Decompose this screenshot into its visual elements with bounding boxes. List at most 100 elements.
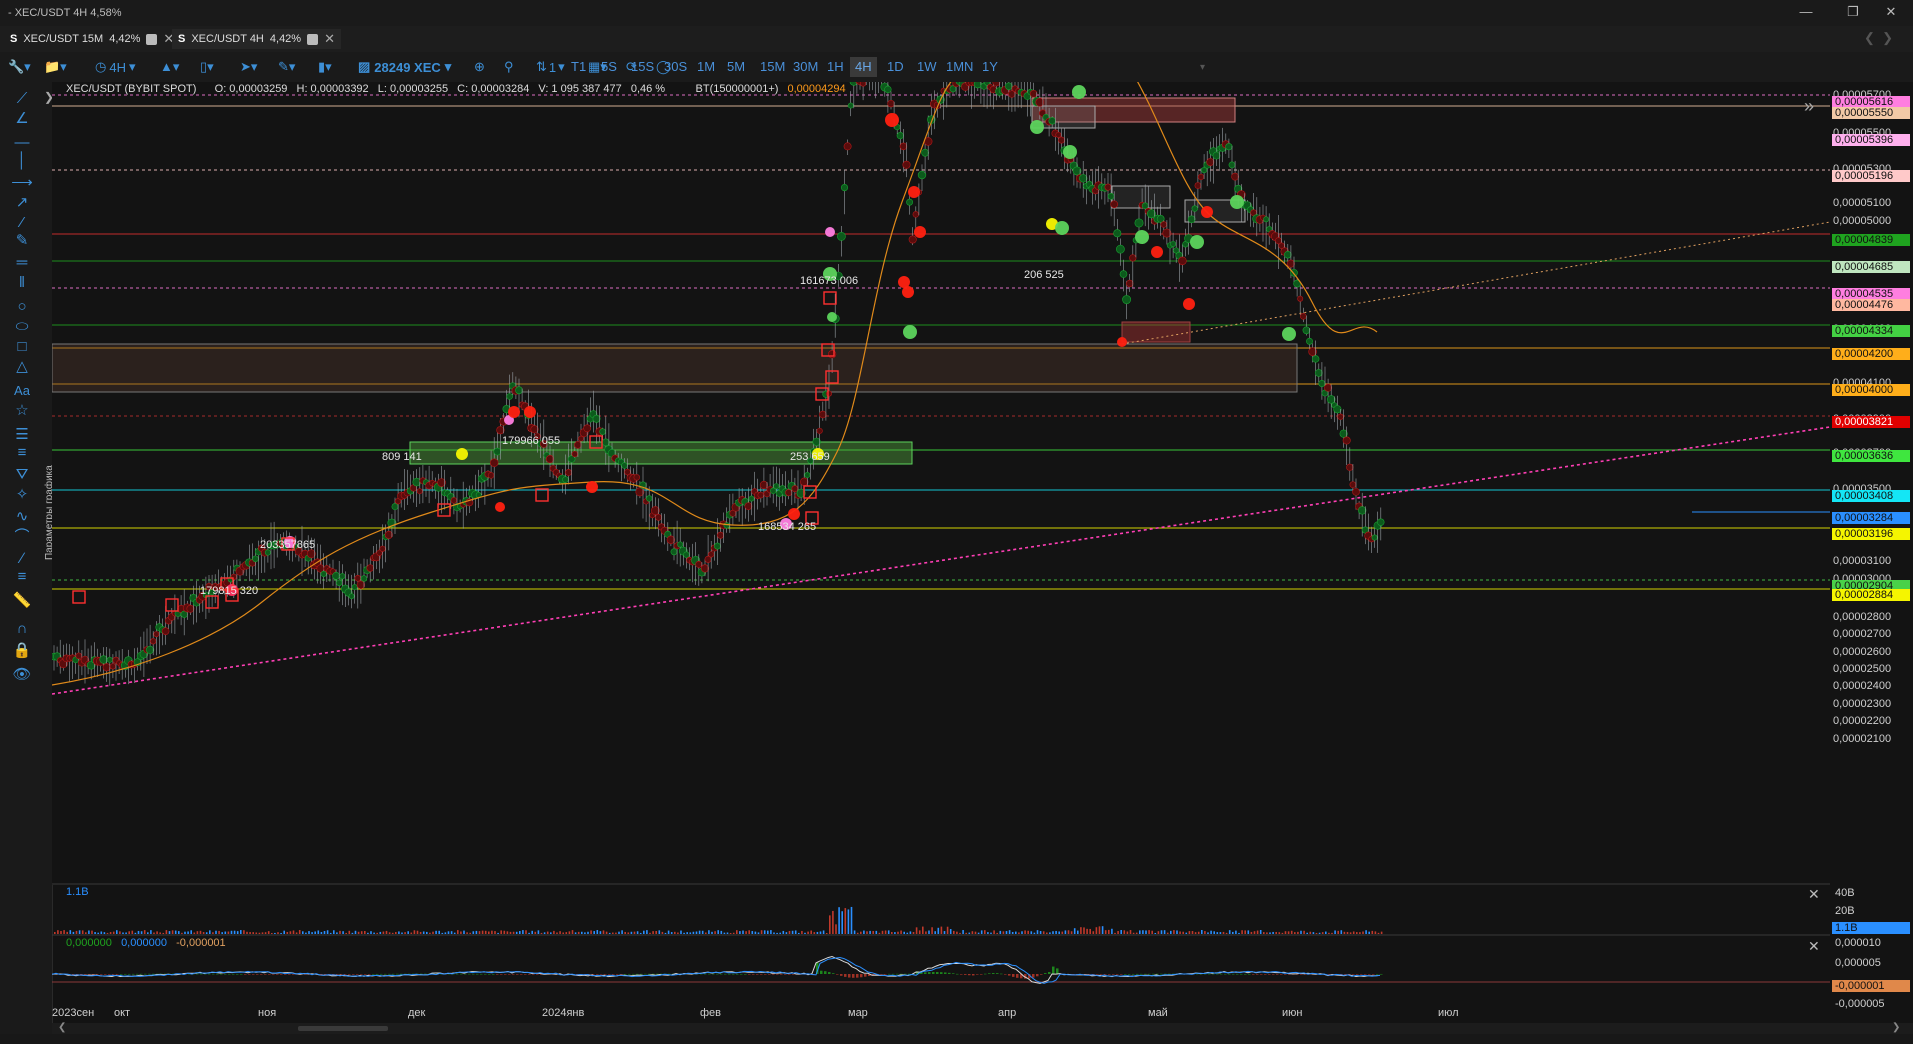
parallel-icon[interactable]: ∕: [10, 550, 34, 568]
more-timeframes-icon[interactable]: ▾: [1200, 57, 1205, 77]
interval-dropdown[interactable]: ◷ 4H ▾: [95, 57, 136, 77]
signal-marker[interactable]: [788, 508, 800, 520]
timeframe-30s[interactable]: 30S: [659, 57, 692, 77]
close-volume-pane-icon[interactable]: ✕: [1808, 886, 1820, 903]
timeframe-30m[interactable]: 30M: [788, 57, 823, 77]
scrollbar-thumb[interactable]: [298, 1026, 388, 1031]
edit-icon[interactable]: [146, 33, 158, 45]
line-tool-icon[interactable]: ⟋: [10, 90, 34, 108]
chart-style-icon[interactable]: ▲▾: [160, 57, 179, 77]
time-axis[interactable]: 2023сен окт ноя дек 2024янв фев мар апр май июн ию…: [52, 1005, 1830, 1023]
timeframe-t1[interactable]: T1: [566, 57, 591, 77]
gann-icon[interactable]: ⛛: [10, 466, 34, 484]
signal-marker[interactable]: [1055, 221, 1069, 235]
multiplier-dropdown[interactable]: ⇅ 1 ▾: [536, 57, 565, 77]
timeframe-5m[interactable]: 5M: [722, 57, 750, 77]
drawing-icon[interactable]: ✎▾: [278, 57, 295, 77]
timeframe-4h[interactable]: 4H: [850, 57, 877, 77]
signal-marker[interactable]: [1230, 195, 1244, 209]
signal-marker[interactable]: [914, 226, 926, 238]
circle-icon[interactable]: ○: [10, 298, 34, 316]
close-oscillator-pane-icon[interactable]: ✕: [1808, 938, 1820, 955]
signal-marker[interactable]: [902, 286, 914, 298]
lock-icon[interactable]: 🔒: [10, 642, 34, 660]
cursor-icon[interactable]: ➤▾: [240, 57, 257, 77]
ellipse-icon[interactable]: ⬭: [10, 318, 34, 336]
arc-icon[interactable]: ⌒: [10, 528, 34, 546]
zone-rectangle[interactable]: [1121, 321, 1191, 343]
timeframe-1m[interactable]: 1M: [692, 57, 720, 77]
indicators-icon[interactable]: ▯▾: [200, 57, 214, 77]
timeframe-15m[interactable]: 15M: [755, 57, 790, 77]
signal-marker[interactable]: [1282, 327, 1296, 341]
ruler-icon[interactable]: 📏: [10, 592, 34, 610]
wrench-icon[interactable]: 🔧▾: [8, 57, 31, 77]
signal-marker[interactable]: [1135, 230, 1149, 244]
triangle-icon[interactable]: △: [10, 358, 34, 376]
signal-marker[interactable]: [903, 325, 917, 339]
timeframe-1mn[interactable]: 1MN: [941, 57, 978, 77]
horizontal-line-icon[interactable]: —: [10, 134, 34, 152]
restore-icon[interactable]: ❐: [1838, 4, 1868, 20]
fib-retracement-icon[interactable]: ☰: [10, 426, 34, 444]
search-icon[interactable]: ⚲: [504, 57, 514, 77]
minimize-icon[interactable]: —: [1791, 4, 1821, 19]
signal-marker[interactable]: [495, 502, 505, 512]
price-axis[interactable]: 0,00005700 0,00005500 0,00005300 0,00005100…: [1830, 82, 1913, 885]
close-tab-icon[interactable]: ✕: [324, 31, 335, 47]
collapse-panel-icon[interactable]: »: [1804, 96, 1814, 117]
zoom-in-icon[interactable]: ⊕: [474, 57, 485, 77]
timeframe-1w[interactable]: 1W: [912, 57, 942, 77]
volume-pane[interactable]: [52, 884, 1830, 936]
scroll-right-icon[interactable]: ❯: [1892, 1022, 1900, 1033]
brush-icon[interactable]: ✎: [10, 232, 34, 250]
signal-marker[interactable]: [827, 312, 837, 322]
edit-icon[interactable]: [307, 33, 319, 45]
ray-icon[interactable]: ⟶: [10, 174, 34, 192]
timeframe-1y[interactable]: 1Y: [977, 57, 1003, 77]
signal-marker[interactable]: [524, 406, 536, 418]
pause-lines-icon[interactable]: ‖: [10, 274, 34, 292]
signal-marker[interactable]: [1063, 145, 1077, 159]
signal-marker[interactable]: [1030, 120, 1044, 134]
signal-marker[interactable]: [1072, 85, 1086, 99]
signal-marker[interactable]: [1117, 337, 1127, 347]
timeframe-15s[interactable]: 15S: [626, 57, 659, 77]
tab-xecusdt-15m[interactable]: S XEC/USDT 15M 4,42% ✕: [4, 29, 180, 49]
ruler-list-icon[interactable]: ≡: [10, 568, 34, 586]
zone-rectangle[interactable]: [52, 343, 1298, 393]
oscillator-pane[interactable]: [52, 936, 1830, 1005]
pitchfork-icon[interactable]: ✧: [10, 486, 34, 504]
horizontal-scrollbar[interactable]: ❮ ❯: [52, 1022, 1913, 1034]
star-icon[interactable]: ☆: [10, 402, 34, 420]
signal-marker[interactable]: [456, 448, 468, 460]
timeframe-5s[interactable]: 5S: [596, 57, 622, 77]
scroll-left-icon[interactable]: ❮: [58, 1022, 66, 1033]
signal-marker[interactable]: [1183, 298, 1195, 310]
vertical-line-icon[interactable]: │: [10, 152, 34, 170]
signal-marker[interactable]: [586, 481, 598, 493]
bars-icon[interactable]: ▮▾: [318, 57, 332, 77]
signal-marker[interactable]: [885, 113, 899, 127]
timeframe-1d[interactable]: 1D: [882, 57, 909, 77]
signal-marker[interactable]: [908, 186, 920, 198]
price-chart[interactable]: 809 141 179966 055 203357865 179815 320 253 …: [52, 82, 1830, 885]
signal-marker[interactable]: [1201, 206, 1213, 218]
folder-icon[interactable]: 📁▾: [44, 57, 67, 77]
tab-xecusdt-4h[interactable]: S XEC/USDT 4H 4,42% ✕: [172, 29, 341, 49]
signal-marker[interactable]: [508, 406, 520, 418]
timeframe-1h[interactable]: 1H: [822, 57, 849, 77]
text-tool-icon[interactable]: Aa: [10, 382, 34, 400]
rectangle-icon[interactable]: □: [10, 338, 34, 356]
volume-filter-dropdown[interactable]: ▨ 28249 XEC ▾: [358, 57, 451, 77]
signal-marker[interactable]: [825, 227, 835, 237]
signal-marker[interactable]: [1190, 235, 1204, 249]
symbol-label[interactable]: XEC/USDT (BYBIT SPOT): [66, 83, 196, 95]
signal-marker[interactable]: [1151, 246, 1163, 258]
magnet-icon[interactable]: ∩: [10, 620, 34, 638]
arrow-icon[interactable]: ↗: [10, 194, 34, 212]
tab-scroll-arrows[interactable]: ❮ ❯: [1864, 30, 1893, 46]
angle-tool-icon[interactable]: ∠: [10, 110, 34, 128]
polyline-icon[interactable]: ∿: [10, 508, 34, 526]
double-line-icon[interactable]: ═: [10, 254, 34, 272]
